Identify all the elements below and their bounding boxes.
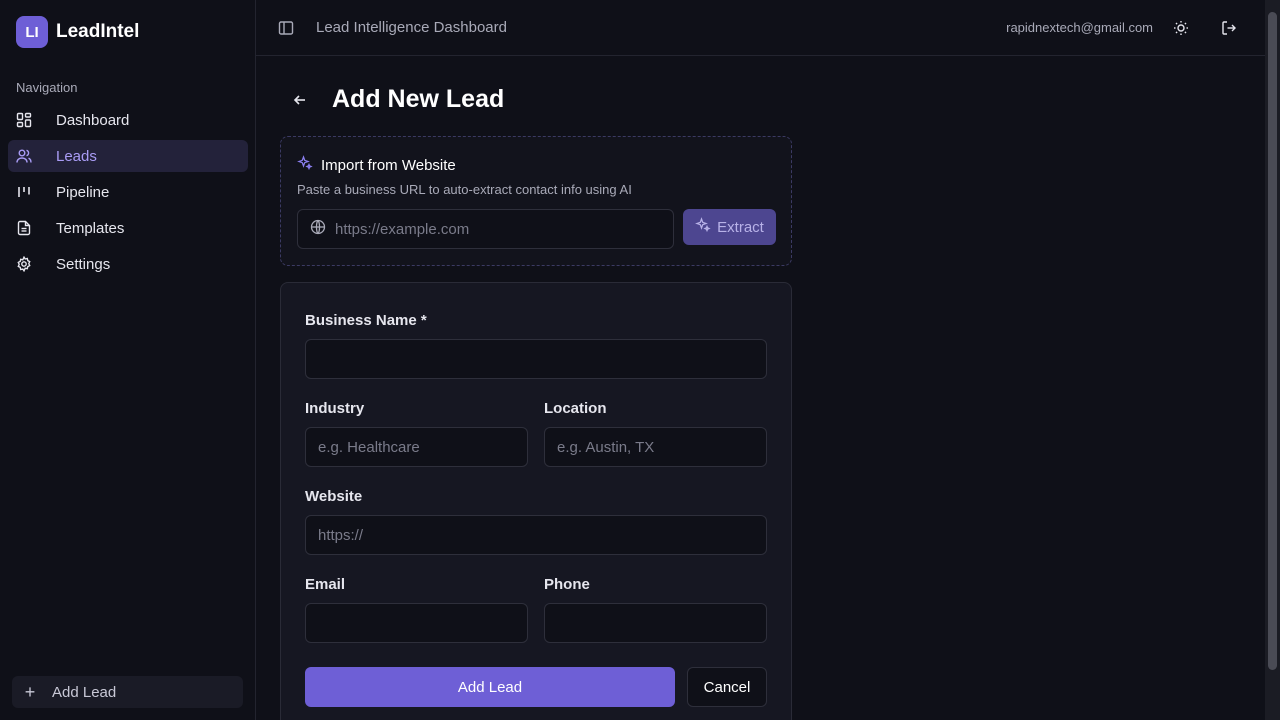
import-card: Import from Website Paste a business URL… bbox=[280, 136, 792, 266]
sun-icon[interactable] bbox=[1173, 20, 1189, 36]
import-description: Paste a business URL to auto-extract con… bbox=[297, 182, 632, 197]
phone-input[interactable] bbox=[544, 603, 767, 643]
sparkles-icon bbox=[695, 217, 711, 237]
topbar: Lead Intelligence Dashboard rapidnextech… bbox=[256, 0, 1265, 56]
sidebar-nav: Dashboard Leads Pipeline Templates Setti… bbox=[8, 104, 248, 284]
sidebar-add-lead-button[interactable]: + Add Lead bbox=[12, 676, 243, 708]
sidebar-item-label: Dashboard bbox=[56, 111, 130, 129]
gear-icon bbox=[16, 256, 32, 272]
back-arrow-icon[interactable] bbox=[290, 90, 310, 110]
business-name-label: Business Name * bbox=[305, 312, 427, 329]
phone-label: Phone bbox=[544, 576, 590, 593]
industry-input[interactable] bbox=[305, 427, 528, 467]
plus-icon: + bbox=[24, 681, 36, 702]
kanban-icon bbox=[16, 184, 32, 200]
user-email: rapidnextech@gmail.com bbox=[1006, 20, 1153, 35]
sidebar-item-pipeline[interactable]: Pipeline bbox=[8, 176, 248, 208]
location-label: Location bbox=[544, 400, 607, 417]
users-icon bbox=[16, 148, 32, 164]
extract-button[interactable]: Extract bbox=[683, 209, 776, 245]
document-icon bbox=[16, 220, 32, 236]
extract-label: Extract bbox=[717, 218, 764, 236]
globe-icon bbox=[310, 219, 326, 240]
import-title: Import from Website bbox=[321, 157, 456, 174]
page-title: Add New Lead bbox=[332, 85, 505, 113]
logo: LI bbox=[16, 16, 48, 48]
sidebar-item-label: Leads bbox=[56, 147, 97, 165]
website-label: Website bbox=[305, 488, 363, 505]
email-input[interactable] bbox=[305, 603, 528, 643]
sidebar-item-templates[interactable]: Templates bbox=[8, 212, 248, 244]
sidebar-item-leads[interactable]: Leads bbox=[8, 140, 248, 172]
sidebar-item-label: Pipeline bbox=[56, 183, 110, 201]
sidebar-item-label: Templates bbox=[56, 219, 125, 237]
website-input[interactable] bbox=[305, 515, 767, 555]
sidebar-toggle-icon[interactable] bbox=[278, 20, 294, 36]
email-label: Email bbox=[305, 576, 346, 593]
sidebar-item-dashboard[interactable]: Dashboard bbox=[8, 104, 248, 136]
sidebar-item-settings[interactable]: Settings bbox=[8, 248, 248, 280]
lead-form: Business Name * Industry Location Websit… bbox=[280, 282, 792, 720]
industry-label: Industry bbox=[305, 400, 365, 417]
sidebar-item-label: Settings bbox=[56, 255, 111, 273]
sparkles-icon bbox=[297, 155, 313, 176]
business-name-input[interactable] bbox=[305, 339, 767, 379]
add-lead-button[interactable]: Add Lead bbox=[305, 667, 675, 707]
import-header: Import from Website bbox=[297, 155, 456, 176]
url-input[interactable] bbox=[335, 220, 655, 238]
brand[interactable]: LI LeadIntel bbox=[16, 16, 139, 48]
top-title: Lead Intelligence Dashboard bbox=[316, 19, 507, 36]
url-input-wrapper bbox=[297, 209, 674, 249]
location-input[interactable] bbox=[544, 427, 767, 467]
nav-heading: Navigation bbox=[16, 80, 78, 95]
cancel-button[interactable]: Cancel bbox=[687, 667, 767, 707]
grid-icon bbox=[16, 112, 32, 128]
scrollbar-thumb[interactable] bbox=[1268, 12, 1277, 670]
app-name: LeadIntel bbox=[56, 21, 140, 42]
logout-icon[interactable] bbox=[1221, 20, 1237, 36]
scrollbar-track[interactable] bbox=[1265, 0, 1280, 720]
sidebar-add-lead-label: Add Lead bbox=[52, 683, 117, 701]
sidebar: LI LeadIntel Navigation Dashboard Leads … bbox=[0, 0, 256, 720]
